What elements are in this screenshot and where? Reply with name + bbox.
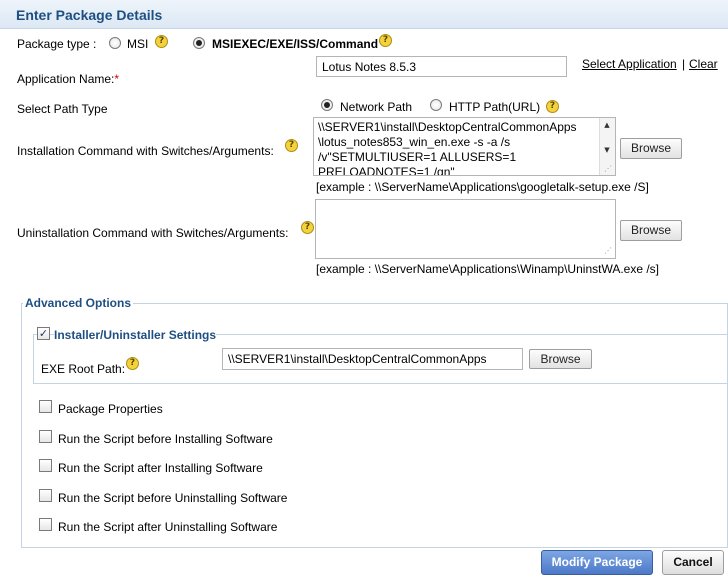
resize-grip-icon[interactable]: ⋰ bbox=[604, 247, 614, 257]
help-icon[interactable]: ? bbox=[546, 100, 559, 113]
package-properties-label[interactable]: Package Properties bbox=[58, 402, 163, 416]
exe-root-path-label: EXE Root Path: bbox=[41, 362, 126, 376]
install-command-example: [example : \\ServerName\Applications\goo… bbox=[316, 180, 649, 194]
link-separator: | bbox=[682, 57, 686, 71]
exe-root-browse-button[interactable]: Browse bbox=[529, 349, 592, 369]
help-icon[interactable]: ? bbox=[155, 35, 168, 48]
path-type-label: Select Path Type bbox=[17, 102, 108, 116]
uninstall-browse-button[interactable]: Browse bbox=[620, 220, 682, 241]
package-type-msiexec-label[interactable]: MSIEXEC/EXE/ISS/Command bbox=[212, 37, 378, 51]
network-path-radio[interactable] bbox=[321, 99, 333, 111]
script-after-install-label[interactable]: Run the Script after Installing Software bbox=[58, 461, 263, 475]
help-icon[interactable]: ? bbox=[285, 139, 298, 152]
package-type-msi-label[interactable]: MSI bbox=[127, 37, 148, 51]
modify-package-button[interactable]: Modify Package bbox=[541, 550, 653, 575]
required-marker: * bbox=[114, 72, 120, 86]
help-icon[interactable]: ? bbox=[379, 34, 392, 47]
http-path-label[interactable]: HTTP Path(URL) bbox=[449, 100, 540, 114]
http-path-radio[interactable] bbox=[430, 99, 442, 111]
installer-settings-checkbox[interactable]: ✓ bbox=[37, 327, 50, 340]
installer-settings-legend[interactable]: Installer/Uninstaller Settings bbox=[54, 328, 217, 342]
script-before-install-label[interactable]: Run the Script before Installing Softwar… bbox=[58, 432, 273, 446]
select-application-link[interactable]: Select Application bbox=[582, 57, 677, 71]
install-command-textarea[interactable]: \\SERVER1\install\DesktopCentralCommonAp… bbox=[313, 117, 616, 176]
script-after-install-checkbox[interactable] bbox=[39, 459, 52, 472]
script-after-uninstall-label[interactable]: Run the Script after Uninstalling Softwa… bbox=[58, 520, 277, 534]
script-after-uninstall-checkbox[interactable] bbox=[39, 518, 52, 531]
script-before-install-checkbox[interactable] bbox=[39, 430, 52, 443]
package-properties-checkbox[interactable] bbox=[39, 400, 52, 413]
help-icon[interactable]: ? bbox=[301, 221, 314, 234]
network-path-label[interactable]: Network Path bbox=[340, 100, 412, 114]
scroll-up-icon[interactable]: ▲ bbox=[600, 121, 614, 129]
application-name-label: Application Name:* bbox=[17, 72, 120, 86]
package-type-label: Package type : bbox=[17, 37, 97, 51]
script-before-uninstall-checkbox[interactable] bbox=[39, 489, 52, 502]
help-icon[interactable]: ? bbox=[126, 357, 139, 370]
resize-grip-icon[interactable]: ⋰ bbox=[604, 165, 614, 175]
uninstall-command-label: Uninstallation Command with Switches/Arg… bbox=[17, 226, 289, 240]
exe-root-path-input[interactable]: \\SERVER1\install\DesktopCentralCommonAp… bbox=[222, 348, 523, 370]
uninstall-command-textarea[interactable] bbox=[315, 199, 616, 259]
cancel-button[interactable]: Cancel bbox=[662, 550, 724, 575]
scroll-down-icon[interactable]: ▼ bbox=[600, 146, 614, 154]
application-name-input[interactable]: Lotus Notes 8.5.3 bbox=[316, 56, 567, 77]
install-browse-button[interactable]: Browse bbox=[620, 138, 682, 159]
advanced-options-legend: Advanced Options bbox=[23, 296, 134, 310]
script-before-uninstall-label[interactable]: Run the Script before Uninstalling Softw… bbox=[58, 491, 287, 505]
install-command-label: Installation Command with Switches/Argum… bbox=[17, 144, 274, 158]
clear-link[interactable]: Clear bbox=[689, 57, 718, 71]
package-type-msiexec-radio[interactable] bbox=[193, 37, 205, 49]
uninstall-command-example: [example : \\ServerName\Applications\Win… bbox=[316, 262, 660, 276]
page-title: Enter Package Details bbox=[16, 7, 163, 23]
package-type-msi-radio[interactable] bbox=[109, 37, 121, 49]
